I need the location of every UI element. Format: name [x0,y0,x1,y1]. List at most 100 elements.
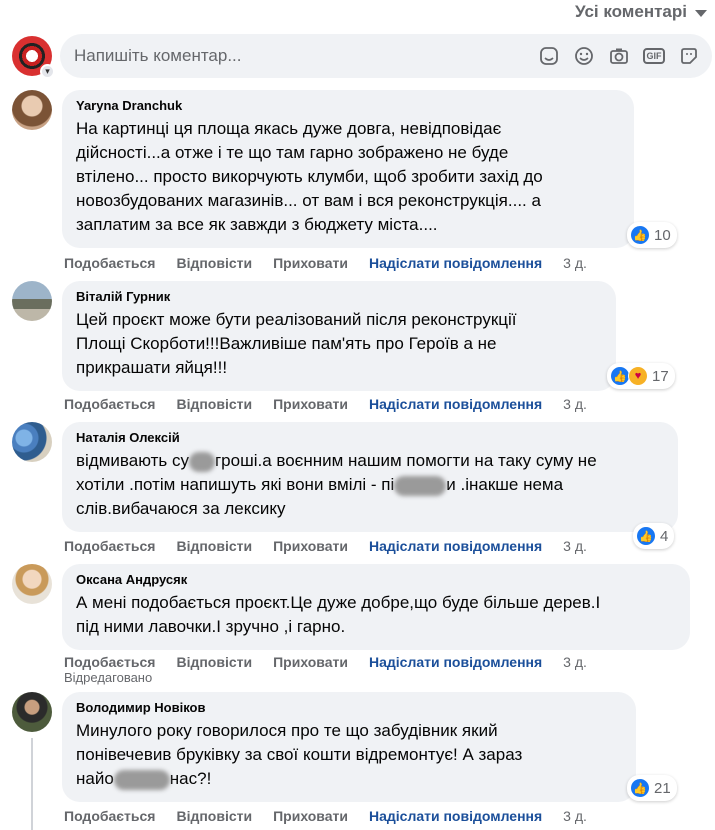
censored-blur [113,769,170,790]
comment-actions: Подобається Відповісти Приховати Надісла… [64,654,587,670]
avatar[interactable] [12,692,52,732]
reply-thread-line [31,738,33,830]
timestamp[interactable]: 3 д. [563,396,587,412]
like-button[interactable]: Подобається [64,255,155,271]
comment-placeholder: Напишіть коментар... [74,46,242,65]
sort-label: Усі коментарі [574,2,687,21]
send-message-button[interactable]: Надіслати повідомлення [369,255,542,271]
like-icon: 👍 [610,366,630,386]
avatar[interactable] [12,422,52,462]
comment-composer: ▾ Напишіть коментар... GIF [12,34,712,79]
reaction-number: 4 [660,527,669,545]
comment-line: новозбудованих магазинів... от вам і вся… [76,191,541,210]
reaction-number: 10 [654,226,671,244]
send-message-button[interactable]: Надіслати повідомлення [369,654,542,670]
care-icon: ♥ [628,366,648,386]
comment-line: найо нас?! [76,767,624,791]
avatar[interactable] [12,281,52,321]
like-button[interactable]: Подобається [64,654,155,670]
comment-author[interactable]: Віталій Гурник [76,289,604,305]
like-icon: 👍 [636,526,656,546]
comment-actions: Подобається Відповісти Приховати Надісла… [64,808,587,824]
comment-fragment: гроші.а воєнним нашим помогти на таку су… [214,451,597,470]
reaction-count[interactable]: 👍 10 [627,222,677,248]
reply-button[interactable]: Відповісти [176,654,252,670]
hide-button[interactable]: Приховати [273,396,348,412]
comment-line: втілено... просто викорчують клумби, щоб… [76,167,543,186]
reaction-count[interactable]: 👍 ♥ 17 [607,363,675,389]
reaction-number: 17 [652,367,669,385]
composer-icons: GIF [538,45,700,67]
sticker-icon[interactable] [538,45,560,67]
like-button[interactable]: Подобається [64,808,155,824]
hide-button[interactable]: Приховати [273,538,348,554]
comment-line: Площі Скорботи!!!Важливіше пам'ять про Г… [76,334,497,353]
comment-bubble: Yaryna Dranchuk На картинці ця площа яка… [62,90,634,248]
send-message-button[interactable]: Надіслати повідомлення [369,808,542,824]
comment-line: під ними лавочки.І зручно ,і гарно. [76,617,346,636]
gif-icon[interactable]: GIF [643,48,665,64]
comment-line: відмивають су гроші.а воєнним нашим помог… [76,449,666,473]
comment-bubble: Віталій Гурник Цей проєкт може бути реал… [62,281,616,391]
comment-fragment: відмивають су [76,451,189,470]
comment-text: Минулого року говорилося про те що забуд… [76,719,624,791]
censored-blur [188,451,215,472]
comment-bubble: Володимир Новіков Минулого року говорило… [62,692,636,802]
timestamp[interactable]: 3 д. [563,654,587,670]
reaction-count[interactable]: 👍 21 [627,775,677,801]
comment-line: хотіли .потім напишуть які вони вмілі - … [76,473,666,497]
comment-author[interactable]: Yaryna Dranchuk [76,98,622,114]
send-message-button[interactable]: Надіслати повідомлення [369,538,542,554]
like-icon: 👍 [630,778,650,798]
comment-fragment: найо [76,769,114,788]
comment-line: заплатим за все як завжди з бюджету міст… [76,215,438,234]
hide-button[interactable]: Приховати [273,654,348,670]
comment-author[interactable]: Володимир Новіков [76,700,624,716]
avatar[interactable] [12,564,52,604]
send-message-button[interactable]: Надіслати повідомлення [369,396,542,412]
camera-icon[interactable] [608,45,630,67]
timestamp[interactable]: 3 д. [563,255,587,271]
comment-line: понівечевив бруківку за свої кошти відре… [76,745,523,764]
reply-button[interactable]: Відповісти [176,255,252,271]
current-user-avatar[interactable]: ▾ [12,36,55,79]
caret-down-icon [695,10,707,17]
comment-line: Цей проєкт може бути реалізований після … [76,310,517,329]
comment-text: А мені подобається проєкт.Це дуже добре,… [76,591,678,639]
edited-label[interactable]: Відредаговано [64,670,152,685]
comment-actions: Подобається Відповісти Приховати Надісла… [64,538,587,554]
comment-text: На картинці ця площа якась дуже довга, н… [76,117,622,237]
censored-blur [394,475,447,496]
comment-line: слів.вибачаюся за лексику [76,499,286,518]
comment-fragment: нас?! [169,769,212,788]
comment-bubble: Наталія Олексій відмивають су гроші.а воє… [62,422,678,532]
comment-input[interactable]: Напишіть коментар... GIF [60,34,712,78]
like-icon: 👍 [630,225,650,245]
comment-author[interactable]: Наталія Олексій [76,430,666,446]
hide-button[interactable]: Приховати [273,808,348,824]
like-button[interactable]: Подобається [64,538,155,554]
reaction-number: 21 [654,779,671,797]
comment-line: прикрашати яйця!!! [76,358,228,377]
comment-fragment: и .інакше нема [446,475,564,494]
reply-button[interactable]: Відповісти [176,808,252,824]
comment-sort-dropdown[interactable]: Усі коментарі [575,2,707,22]
timestamp[interactable]: 3 д. [563,808,587,824]
comment-text: відмивають су гроші.а воєнним нашим помог… [76,449,666,521]
comment-line: На картинці ця площа якась дуже довга, н… [76,119,502,138]
reaction-count[interactable]: 👍 4 [633,523,675,549]
hide-button[interactable]: Приховати [273,255,348,271]
comment-actions: Подобається Відповісти Приховати Надісла… [64,396,587,412]
avatar[interactable] [12,90,52,130]
emoji-icon[interactable] [573,45,595,67]
like-button[interactable]: Подобається [64,396,155,412]
timestamp[interactable]: 3 д. [563,538,587,554]
comment-line: дійсності...а отже і те що там гарно зоб… [76,143,509,162]
avatar-sticker-icon[interactable] [678,45,700,67]
comment-author[interactable]: Оксана Андрусяк [76,572,678,588]
reply-button[interactable]: Відповісти [176,396,252,412]
comment-bubble: Оксана Андрусяк А мені подобається проєк… [62,564,690,650]
reply-button[interactable]: Відповісти [176,538,252,554]
comment-line: Минулого року говорилося про те що забуд… [76,721,498,740]
chevron-down-icon[interactable]: ▾ [40,64,55,79]
